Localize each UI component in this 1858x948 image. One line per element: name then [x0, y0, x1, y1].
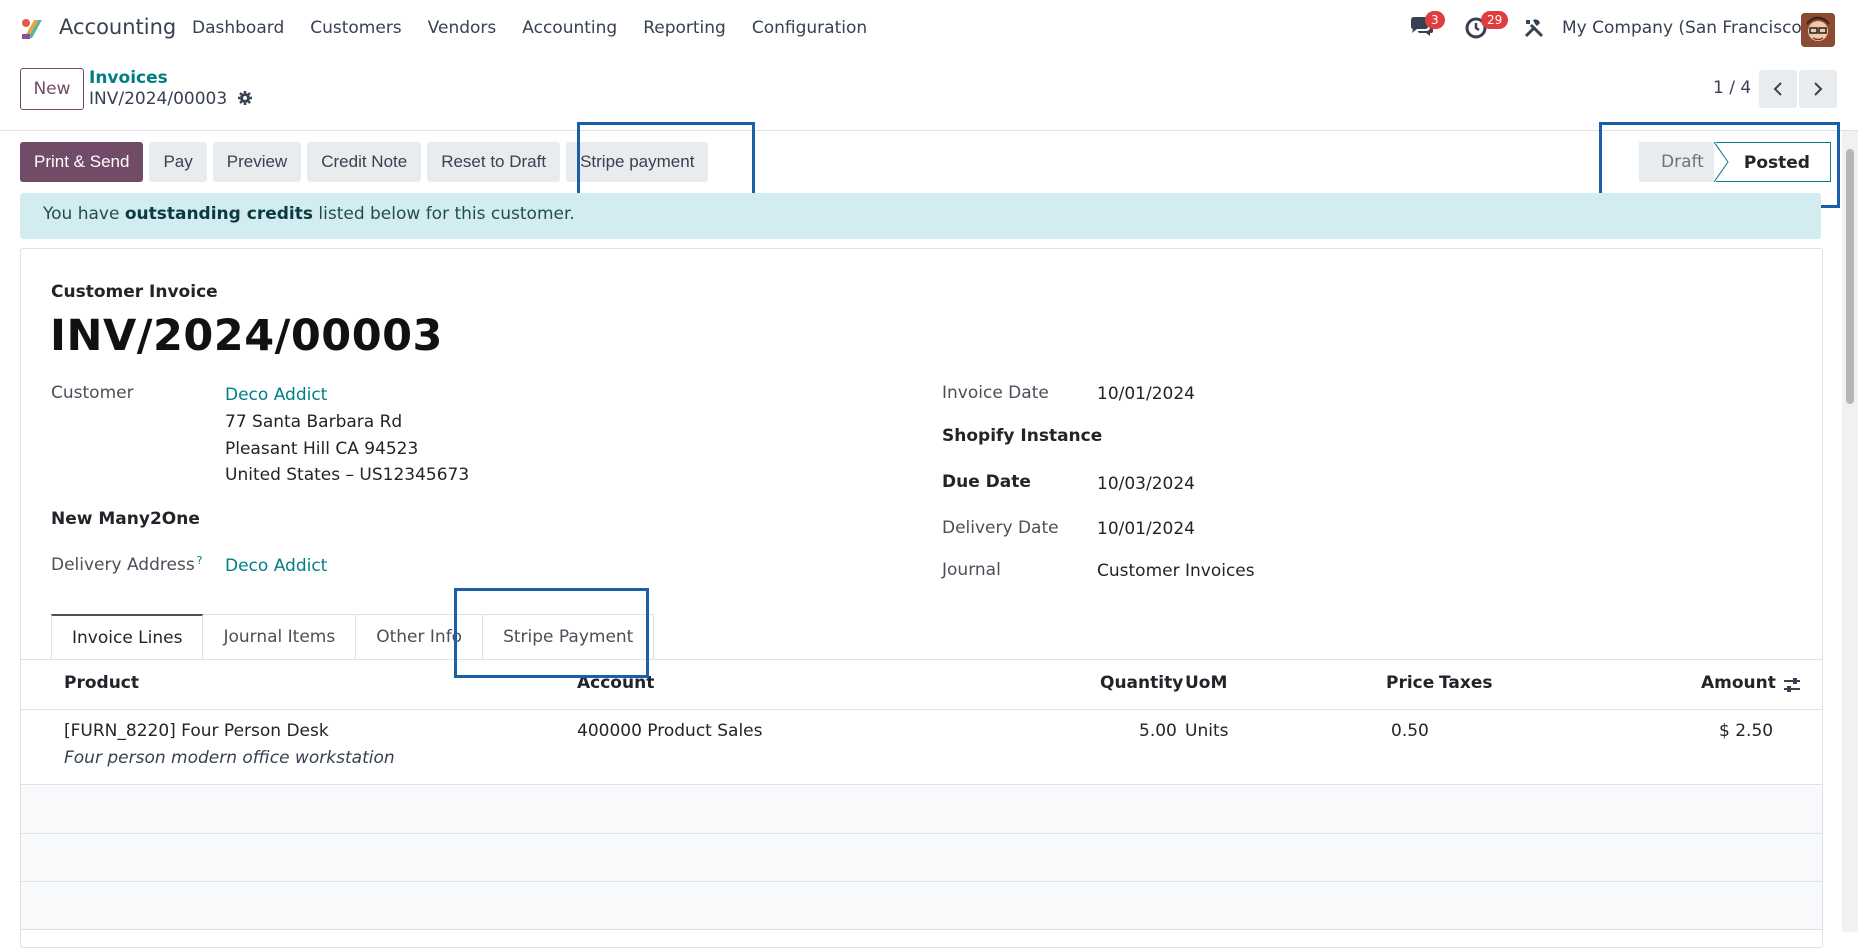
gear-icon[interactable] — [237, 90, 253, 106]
messages-badge: 3 — [1425, 11, 1445, 29]
delivery-address-link[interactable]: Deco Addict — [225, 556, 327, 576]
column-quantity[interactable]: Quantity — [1100, 673, 1183, 693]
line-description: Four person modern office workstation — [64, 748, 395, 768]
line-product[interactable]: [FURN_8220] Four Person Desk — [64, 721, 329, 741]
menu-dashboard[interactable]: Dashboard — [192, 18, 284, 38]
pager-previous-button[interactable] — [1759, 70, 1797, 108]
breadcrumb-invoices[interactable]: Invoices — [89, 68, 168, 88]
column-uom[interactable]: UoM — [1185, 673, 1227, 693]
user-avatar[interactable] — [1801, 13, 1835, 47]
delivery-date-field[interactable]: 10/01/2024 — [1097, 519, 1195, 539]
journal-label: Journal — [942, 560, 1001, 580]
table-row[interactable]: [FURN_8220] Four Person Desk Four person… — [21, 710, 1822, 785]
messages-button[interactable]: 3 — [1408, 11, 1445, 44]
new-button[interactable]: New — [20, 68, 84, 110]
line-amount: $ 2.50 — [1719, 721, 1774, 741]
new-many2one-label: New Many2One — [51, 509, 200, 529]
company-switcher[interactable]: My Company (San Francisco) — [1562, 18, 1808, 38]
document-type: Customer Invoice — [51, 282, 218, 302]
column-product[interactable]: Product — [64, 673, 139, 693]
line-quantity: 5.00 — [1139, 721, 1177, 741]
preview-button[interactable]: Preview — [212, 142, 302, 182]
activities-button[interactable]: 29 — [1464, 11, 1509, 44]
reset-to-draft-button[interactable]: Reset to Draft — [427, 142, 561, 182]
scrollbar-thumb[interactable] — [1846, 149, 1854, 404]
customer-link[interactable]: Deco Addict — [225, 385, 327, 405]
journal-field[interactable]: Customer Invoices — [1097, 561, 1255, 581]
chevron-left-icon — [1773, 82, 1782, 96]
accounting-app-icon[interactable] — [20, 16, 46, 42]
alert-bold-text: outstanding credits — [124, 204, 313, 224]
menu-accounting[interactable]: Accounting — [522, 18, 617, 38]
activities-badge: 29 — [1481, 11, 1509, 29]
tools-icon[interactable] — [1523, 17, 1545, 39]
delivery-address-label-text: Delivery Address — [51, 555, 195, 575]
record-name-text: INV/2024/00003 — [89, 89, 228, 109]
due-date-label: Due Date — [942, 472, 1031, 492]
due-date-field[interactable]: 10/03/2024 — [1097, 474, 1195, 494]
credit-note-button[interactable]: Credit Note — [307, 142, 422, 182]
print-send-button[interactable]: Print & Send — [20, 142, 144, 182]
customer-label: Customer — [51, 383, 134, 403]
line-account: 400000 Product Sales — [577, 721, 763, 741]
alert-suffix: listed below for this customer. — [312, 204, 575, 224]
main-menu: Dashboard Customers Vendors Accounting R… — [192, 18, 893, 38]
highlight-box-stripe-tab — [454, 588, 649, 678]
chevron-right-icon — [1814, 82, 1823, 96]
invoice-form-sheet: Customer Invoice INV/2024/00003 Customer… — [20, 248, 1823, 948]
help-tooltip-icon[interactable]: ? — [197, 554, 203, 567]
outstanding-credits-alert: You have outstanding credits listed belo… — [20, 193, 1821, 239]
invoice-number: INV/2024/00003 — [50, 311, 443, 361]
empty-table-row — [21, 834, 1822, 882]
customer-address-line3: United States – US12345673 — [225, 465, 470, 485]
column-amount[interactable]: Amount — [1701, 673, 1776, 693]
menu-configuration[interactable]: Configuration — [752, 18, 867, 38]
control-panel: New Invoices INV/2024/00003 1 / 4 — [0, 57, 1858, 131]
invoice-lines-header: Product Account Quantity UoM Price Taxes… — [21, 660, 1822, 710]
menu-customers[interactable]: Customers — [310, 18, 401, 38]
user-avatar-icon — [1801, 13, 1835, 47]
customer-address-line1: 77 Santa Barbara Rd — [225, 412, 403, 432]
invoice-date-field[interactable]: 10/01/2024 — [1097, 384, 1195, 404]
page-scrollbar[interactable] — [1842, 131, 1858, 932]
top-navbar: Accounting Dashboard Customers Vendors A… — [0, 0, 1858, 57]
alert-prefix: You have — [43, 204, 125, 224]
highlight-box-stripe-button — [577, 122, 755, 198]
tab-invoice-lines[interactable]: Invoice Lines — [51, 614, 204, 660]
line-uom: Units — [1185, 721, 1229, 741]
line-price: 0.50 — [1391, 721, 1429, 741]
empty-table-row — [21, 786, 1822, 834]
app-name[interactable]: Accounting — [59, 15, 176, 39]
optional-columns-icon[interactable] — [1783, 676, 1801, 694]
invoice-date-label: Invoice Date — [942, 383, 1049, 403]
menu-reporting[interactable]: Reporting — [643, 18, 726, 38]
column-price[interactable]: Price — [1386, 673, 1434, 693]
pay-button[interactable]: Pay — [149, 142, 207, 182]
column-taxes[interactable]: Taxes — [1439, 673, 1493, 693]
empty-table-row — [21, 882, 1822, 930]
delivery-address-label: Delivery Address? — [51, 554, 203, 575]
tab-journal-items[interactable]: Journal Items — [203, 614, 357, 660]
customer-address-line2: Pleasant Hill CA 94523 — [225, 439, 419, 459]
menu-vendors[interactable]: Vendors — [428, 18, 497, 38]
breadcrumb-current-record: INV/2024/00003 — [89, 89, 253, 109]
pager-value[interactable]: 1 / 4 — [1713, 78, 1751, 98]
pager-next-button[interactable] — [1799, 70, 1837, 108]
shopify-instance-label: Shopify Instance — [942, 426, 1103, 446]
delivery-date-label: Delivery Date — [942, 518, 1059, 538]
